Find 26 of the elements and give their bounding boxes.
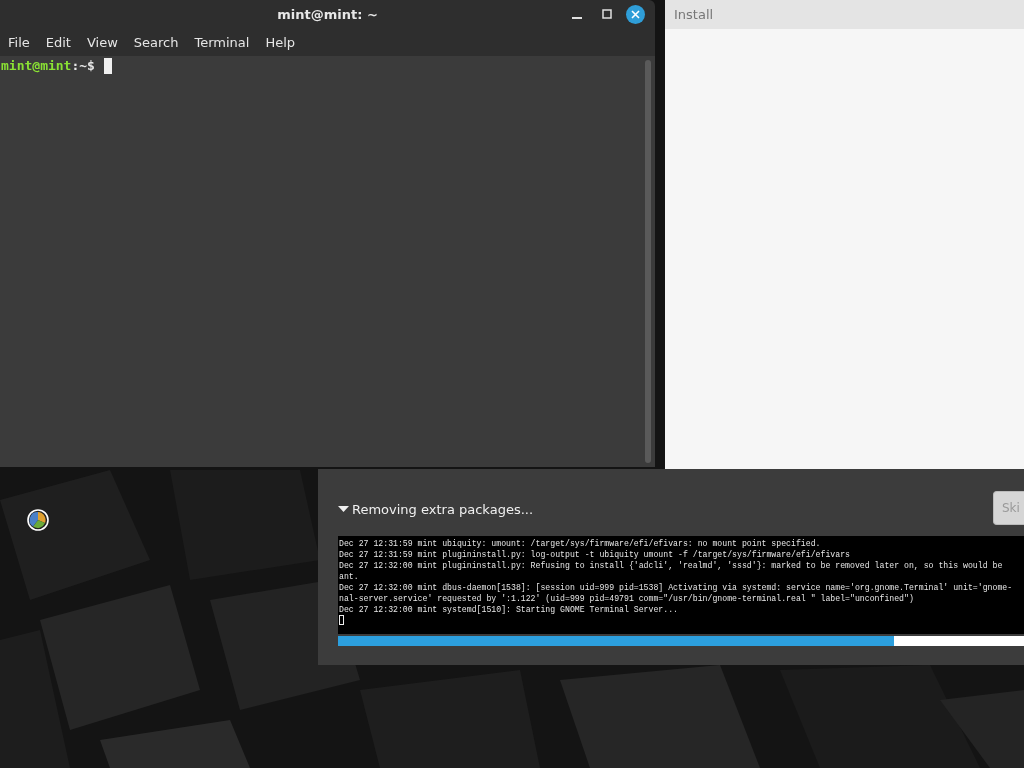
window-title: Install — [674, 7, 714, 22]
menu-item[interactable]: Terminal — [194, 34, 258, 50]
menu-item[interactable]: File — [8, 34, 38, 50]
expander[interactable]: Removing extra packages... — [338, 501, 534, 517]
prompt-user: mint@mint — [1, 58, 72, 73]
prompt-path: :~$ — [71, 58, 95, 73]
log-line: Dec 27 12:31:59 mint ubiquity: umount: /target/sys/firmware/efi/efivars: no mount point specified. — [339, 538, 822, 549]
maximize-icon — [602, 9, 612, 19]
close-icon — [631, 9, 640, 19]
log-line: nal-server.service' requested by ':1.122' (uid=999 pid=49791 comm="/usr/bin/gnome-terminal.real " label="unconfined") — [339, 593, 915, 604]
log-line: ant. — [339, 571, 360, 582]
text-cursor — [103, 58, 112, 74]
log-line: Dec 27 12:31:59 mint plugininstall.py: log-output -t ubiquity umount -f /target/sys/firmware/efi/efivars — [339, 549, 851, 560]
menu-item[interactable]: Search — [133, 34, 187, 50]
window-title: mint@mint: ~ — [277, 6, 378, 22]
log-line: Dec 27 12:32:00 mint plugininstall.py: Refusing to install {'adcli', 'realmd', 'sssd'}: marked to be removed later on, so this would be — [339, 560, 1004, 571]
close-button[interactable] — [626, 4, 645, 24]
caret-icon — [338, 505, 349, 513]
menu-item[interactable]: Edit — [45, 34, 79, 50]
log-line: Dec 27 12:32:00 mint dbus-daemon[1538]: [session uid=999 pid=1538] Activating via systemd: service name='org.gnome.Terminal' unit='gnome- — [339, 582, 1014, 593]
scrollbar[interactable] — [645, 60, 651, 463]
menu-item[interactable]: View — [86, 34, 126, 50]
log-line: Dec 27 12:32:00 mint systemd[1510]: Starting GNOME Terminal Server... — [339, 604, 680, 615]
text-cursor — [339, 615, 344, 625]
minimize-icon — [572, 17, 582, 19]
menu-item[interactable]: Help — [265, 34, 304, 50]
